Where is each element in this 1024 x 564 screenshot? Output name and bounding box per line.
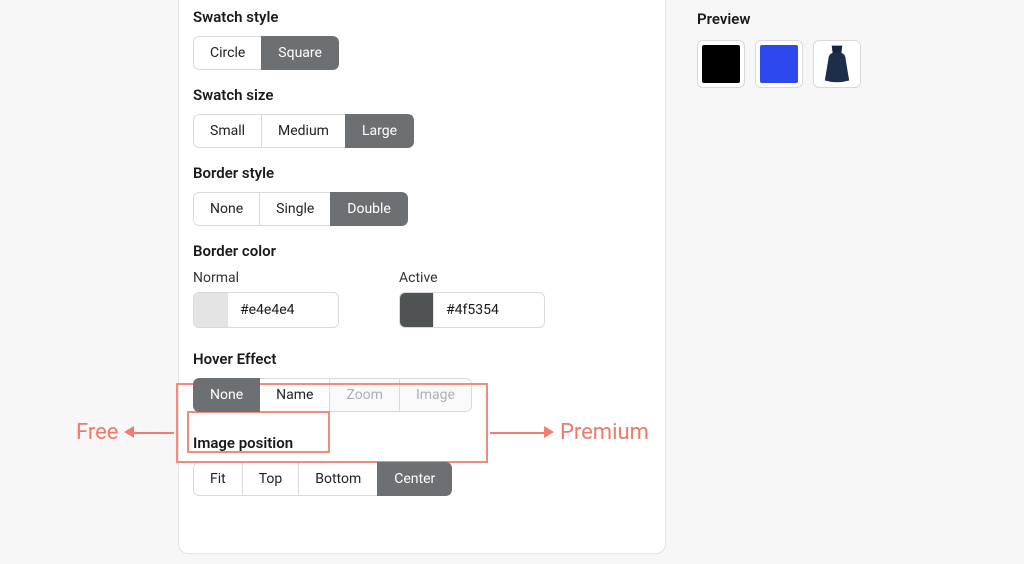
hover-effect-name[interactable]: Name: [259, 378, 330, 412]
preview-swatch-1[interactable]: [697, 40, 745, 88]
annotation-free-label: Free: [76, 420, 118, 445]
preview-panel: Preview: [697, 0, 997, 88]
swatch-size-large[interactable]: Large: [345, 114, 414, 148]
preview-swatch-row: [697, 40, 997, 88]
swatch-style-square[interactable]: Square: [261, 36, 339, 70]
border-color-label: Border color: [193, 242, 651, 260]
swatch-style-label: Swatch style: [193, 8, 651, 26]
hover-effect-group: None Name Zoom Image: [193, 378, 472, 412]
image-position-top[interactable]: Top: [242, 462, 300, 496]
image-position-center[interactable]: Center: [377, 462, 452, 496]
border-color-normal-col: Normal #e4e4e4: [193, 270, 339, 328]
border-style-section: Border style None Single Double: [193, 164, 651, 226]
image-position-group: Fit Top Bottom Center: [193, 462, 452, 496]
swatch-size-medium[interactable]: Medium: [261, 114, 346, 148]
border-color-active-field[interactable]: #4f5354: [399, 292, 545, 328]
swatch-style-group: Circle Square: [193, 36, 339, 70]
border-color-normal-chip: [194, 293, 228, 327]
border-color-active-col: Active #4f5354: [399, 270, 545, 328]
border-style-none[interactable]: None: [193, 192, 260, 226]
dress-icon: [818, 44, 856, 84]
border-color-section: Border color Normal #e4e4e4 Active #4f53…: [193, 242, 651, 328]
preview-label: Preview: [697, 10, 997, 28]
hover-effect-zoom[interactable]: Zoom: [329, 378, 400, 412]
border-style-group: None Single Double: [193, 192, 408, 226]
annotation-premium-arrow-head: [544, 426, 554, 438]
annotation-premium-arrow-line: [490, 432, 544, 434]
hover-effect-label: Hover Effect: [193, 350, 651, 368]
border-color-active-label: Active: [399, 270, 545, 286]
swatch-size-section: Swatch size Small Medium Large: [193, 86, 651, 148]
swatch-size-group: Small Medium Large: [193, 114, 414, 148]
border-style-double[interactable]: Double: [330, 192, 408, 226]
image-position-fit[interactable]: Fit: [193, 462, 243, 496]
hover-effect-image[interactable]: Image: [399, 378, 472, 412]
border-color-active-value: #4f5354: [434, 293, 544, 327]
settings-panel: Swatch style Circle Square Swatch size S…: [178, 0, 666, 554]
image-position-bottom[interactable]: Bottom: [298, 462, 378, 496]
border-style-single[interactable]: Single: [259, 192, 331, 226]
border-color-normal-field[interactable]: #e4e4e4: [193, 292, 339, 328]
swatch-style-circle[interactable]: Circle: [193, 36, 262, 70]
preview-swatch-2[interactable]: [755, 40, 803, 88]
border-color-active-chip: [400, 293, 434, 327]
annotation-free-arrow-head: [124, 426, 134, 438]
hover-effect-section: Hover Effect None Name Zoom Image: [193, 350, 651, 412]
swatch-size-label: Swatch size: [193, 86, 651, 104]
border-color-normal-label: Normal: [193, 270, 339, 286]
border-style-label: Border style: [193, 164, 651, 182]
hover-effect-none[interactable]: None: [193, 378, 260, 412]
preview-swatch-3[interactable]: [813, 40, 861, 88]
swatch-size-small[interactable]: Small: [193, 114, 262, 148]
annotation-premium-label: Premium: [560, 420, 649, 445]
annotation-free-arrow-line: [134, 432, 174, 434]
swatch-style-section: Swatch style Circle Square: [193, 8, 651, 70]
border-color-normal-value: #e4e4e4: [228, 293, 338, 327]
